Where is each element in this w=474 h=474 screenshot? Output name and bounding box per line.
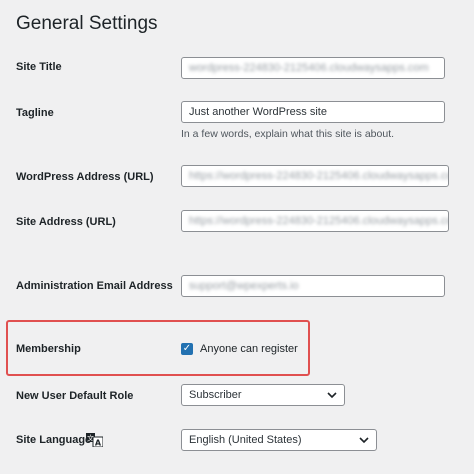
site-language-value: English (United States)	[189, 434, 302, 446]
admin-email-label: Administration Email Address	[16, 280, 173, 292]
chevron-down-icon	[327, 392, 337, 399]
wp-address-value: https://wordpress-224830-2125406.cloudwa…	[189, 170, 449, 182]
translate-icon: 文 A	[86, 433, 103, 447]
site-address-value: https://wordpress-224830-2125406.cloudwa…	[189, 215, 449, 227]
default-role-label: New User Default Role	[16, 390, 134, 402]
site-address-label: Site Address (URL)	[16, 216, 116, 228]
page-title: General Settings	[16, 13, 158, 34]
membership-checkbox[interactable]: ✓	[181, 343, 193, 355]
site-language-label: Site Language	[16, 434, 92, 446]
svg-text:A: A	[95, 439, 102, 448]
site-title-input[interactable]: wordpress-224830-2125406.cloudwaysapps.c…	[181, 57, 445, 79]
site-title-label: Site Title	[16, 61, 62, 73]
tagline-description: In a few words, explain what this site i…	[181, 128, 395, 140]
default-role-value: Subscriber	[189, 389, 242, 401]
site-title-value: wordpress-224830-2125406.cloudwaysapps.c…	[189, 62, 429, 74]
default-role-select[interactable]: Subscriber	[181, 384, 345, 406]
admin-email-input[interactable]: support@wpexperts.io	[181, 275, 445, 297]
wp-address-input[interactable]: https://wordpress-224830-2125406.cloudwa…	[181, 165, 449, 187]
chevron-down-icon	[359, 437, 369, 444]
site-address-input[interactable]: https://wordpress-224830-2125406.cloudwa…	[181, 210, 449, 232]
membership-label: Membership	[16, 343, 81, 355]
site-language-select[interactable]: English (United States)	[181, 429, 377, 451]
checkmark-icon: ✓	[182, 343, 192, 354]
membership-checkbox-label[interactable]: Anyone can register	[200, 343, 298, 355]
tagline-label: Tagline	[16, 107, 54, 119]
admin-email-value: support@wpexperts.io	[189, 280, 299, 292]
tagline-value: Just another WordPress site	[189, 106, 327, 118]
wp-address-label: WordPress Address (URL)	[16, 171, 154, 183]
tagline-input[interactable]: Just another WordPress site	[181, 101, 445, 123]
